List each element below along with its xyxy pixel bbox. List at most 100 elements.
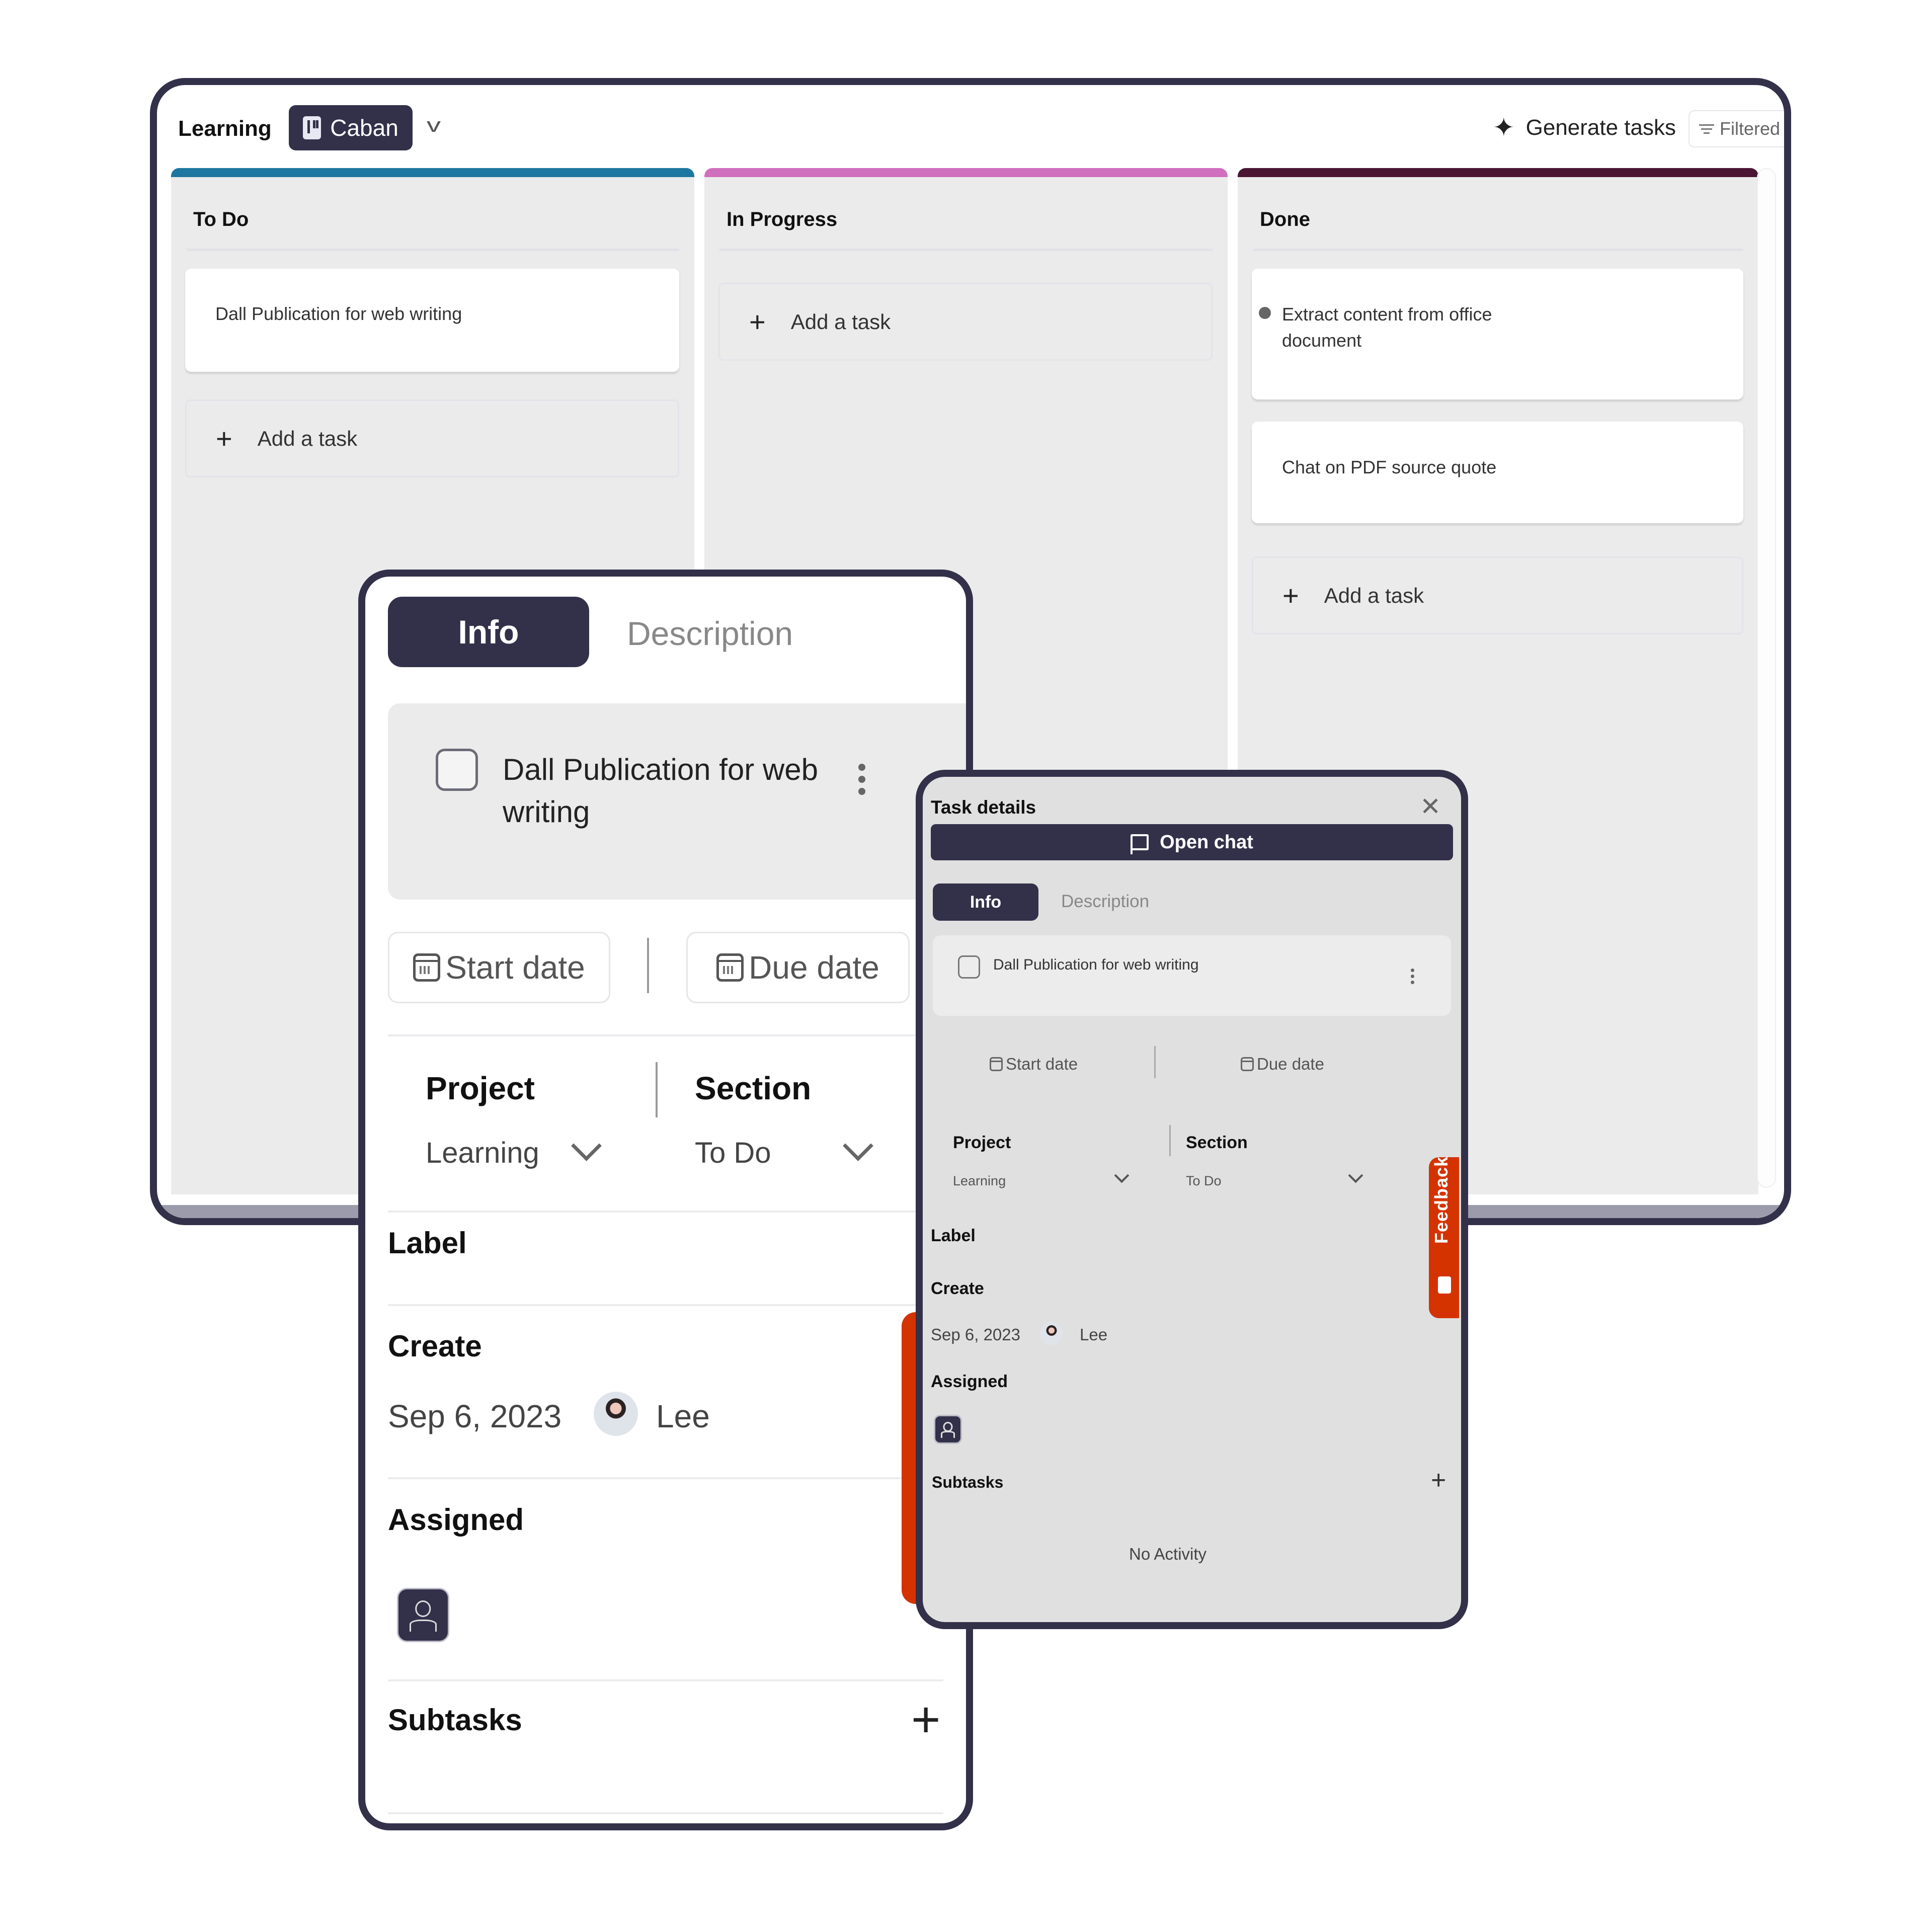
tab-description[interactable]: Description: [1061, 892, 1149, 912]
add-subtask-icon[interactable]: +: [911, 1695, 940, 1745]
board-scrollbar[interactable]: [1757, 168, 1776, 1188]
section-label: Section: [1186, 1133, 1248, 1152]
calendar-icon: [413, 953, 441, 982]
project-select[interactable]: Learning: [953, 1173, 1006, 1189]
start-date-button[interactable]: Start date: [990, 1055, 1078, 1074]
task-card-text: Extract content from office document: [1282, 304, 1492, 351]
column-title: To Do: [193, 208, 249, 230]
add-task-button[interactable]: + Add a task: [185, 399, 679, 477]
field-separator: [656, 1062, 658, 1117]
column-divider: [1253, 249, 1743, 251]
assigned-heading: Assigned: [388, 1503, 524, 1537]
task-info-panel: Info Description Dall Publication for we…: [358, 570, 973, 1830]
task-card[interactable]: Chat on PDF source quote: [1252, 422, 1743, 523]
filter-label: Filtered: [1720, 118, 1781, 139]
subtasks-heading: Subtasks: [388, 1703, 522, 1737]
add-task-button[interactable]: + Add a task: [718, 283, 1213, 361]
open-chat-button[interactable]: Open chat: [931, 824, 1453, 860]
task-header-box: Dall Publication for web writing: [933, 935, 1451, 1016]
due-date-button[interactable]: Due date: [1241, 1055, 1324, 1074]
column-accent-bar: [1238, 168, 1758, 177]
create-heading: Create: [388, 1329, 482, 1363]
creator-name: Lee: [656, 1398, 710, 1434]
due-date-label: Due date: [1257, 1055, 1324, 1073]
divider: [388, 1477, 966, 1479]
subtasks-heading: Subtasks: [932, 1473, 1004, 1491]
more-options-icon[interactable]: [858, 764, 865, 795]
calendar-icon: [1241, 1057, 1254, 1071]
no-activity-text: No Activity: [1129, 1545, 1207, 1563]
assign-user-icon[interactable]: [397, 1588, 449, 1642]
create-heading: Create: [931, 1279, 984, 1298]
plus-icon: +: [1282, 579, 1299, 611]
task-title[interactable]: Dall Publication for web writing: [503, 749, 865, 833]
task-title[interactable]: Dall Publication for web writing: [993, 956, 1199, 974]
column-divider: [186, 249, 679, 251]
chevron-down-icon[interactable]: [571, 1131, 602, 1161]
tab-info[interactable]: Info: [388, 597, 589, 667]
created-date: Sep 6, 2023: [388, 1398, 562, 1434]
column-divider: [719, 249, 1213, 251]
due-date-label: Due date: [749, 949, 879, 986]
more-options-icon[interactable]: [1411, 969, 1414, 984]
task-complete-checkbox[interactable]: [958, 955, 980, 979]
divider: [388, 1812, 943, 1814]
chevron-down-icon[interactable]: v: [427, 114, 441, 137]
project-select[interactable]: Learning: [426, 1136, 539, 1170]
project-label: Project: [426, 1070, 535, 1106]
panel-title: Task details: [931, 797, 1036, 818]
field-separator: [1169, 1125, 1171, 1156]
project-name: Learning: [178, 116, 272, 141]
column-accent-bar: [704, 168, 1228, 177]
feedback-icon: [1438, 1276, 1451, 1294]
plus-icon: +: [749, 305, 766, 338]
generate-tasks-button[interactable]: ✦ Generate tasks: [1493, 113, 1676, 143]
filter-button[interactable]: Filtered: [1688, 110, 1784, 147]
task-details-panel: Task details ✕ Open chat Info Descriptio…: [916, 770, 1468, 1629]
date-separator: [1154, 1046, 1156, 1078]
task-complete-checkbox[interactable]: [436, 749, 478, 791]
project-label: Project: [953, 1133, 1011, 1152]
start-date-label: Start date: [445, 949, 585, 986]
section-select[interactable]: To Do: [1186, 1173, 1222, 1189]
divider: [388, 1679, 943, 1681]
column-title: Done: [1260, 208, 1310, 230]
creator-avatar: [594, 1392, 638, 1436]
kanban-icon: [303, 116, 321, 139]
chevron-down-icon[interactable]: [1348, 1168, 1363, 1183]
add-task-label: Add a task: [790, 309, 891, 334]
add-task-label: Add a task: [257, 426, 358, 450]
add-task-button[interactable]: + Add a task: [1252, 556, 1743, 634]
chevron-down-icon[interactable]: [1114, 1168, 1130, 1183]
tab-info[interactable]: Info: [933, 883, 1038, 921]
creator-avatar: [1040, 1322, 1063, 1345]
due-date-button[interactable]: Due date: [686, 932, 910, 1003]
section-select[interactable]: To Do: [695, 1136, 771, 1170]
chevron-down-icon[interactable]: [843, 1131, 873, 1161]
view-switcher-button[interactable]: Caban: [289, 105, 413, 150]
add-task-label: Add a task: [1324, 583, 1424, 607]
open-chat-label: Open chat: [1160, 831, 1253, 853]
feedback-label[interactable]: Feedback: [1431, 1156, 1452, 1244]
start-date-label: Start date: [1006, 1055, 1078, 1073]
label-heading: Label: [388, 1226, 467, 1260]
task-card[interactable]: Dall Publication for web writing: [185, 269, 679, 372]
task-card-text: Chat on PDF source quote: [1282, 457, 1497, 477]
created-date: Sep 6, 2023: [931, 1325, 1020, 1344]
assigned-heading: Assigned: [931, 1372, 1008, 1391]
section-label: Section: [695, 1070, 812, 1106]
start-date-button[interactable]: Start date: [388, 932, 610, 1003]
chat-icon: [1131, 834, 1149, 854]
calendar-icon: [990, 1057, 1003, 1071]
view-label: Caban: [330, 115, 398, 141]
assign-user-icon[interactable]: [934, 1415, 962, 1444]
add-subtask-icon[interactable]: +: [1431, 1467, 1446, 1493]
divider: [388, 1211, 966, 1213]
task-card-text: Dall Publication for web writing: [215, 303, 462, 324]
sparkle-icon: ✦: [1493, 113, 1515, 142]
tab-description[interactable]: Description: [627, 614, 793, 653]
task-card[interactable]: Extract content from office document: [1252, 269, 1743, 399]
divider: [388, 1034, 966, 1036]
close-icon[interactable]: ✕: [1420, 792, 1441, 821]
column-accent-bar: [171, 168, 694, 177]
